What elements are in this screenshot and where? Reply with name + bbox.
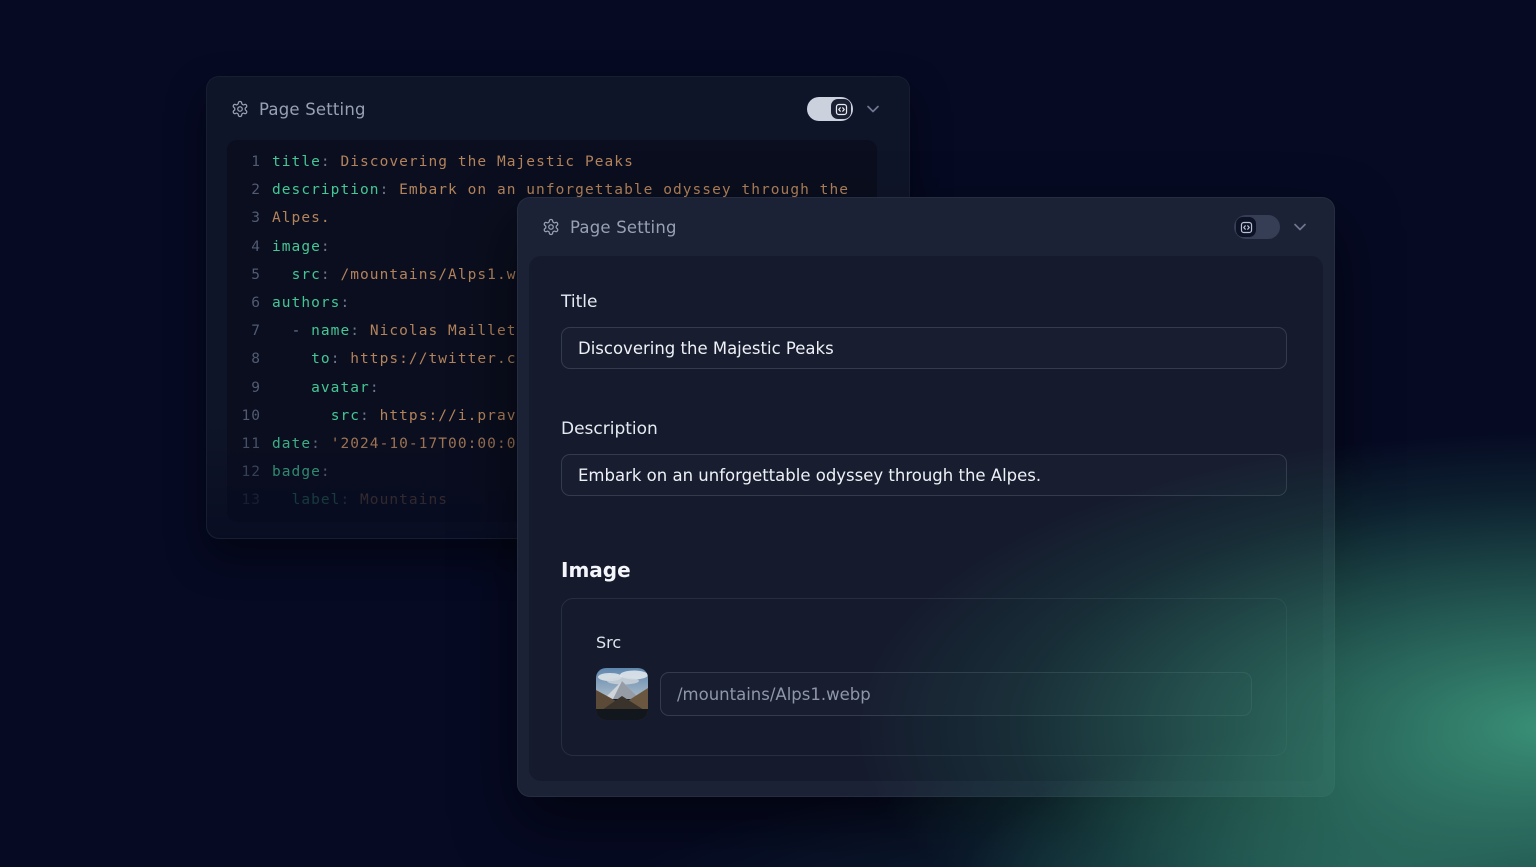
src-label: Src <box>596 633 1252 652</box>
view-mode-toggle[interactable] <box>807 97 853 121</box>
form-panel-header: Page Setting <box>518 198 1334 239</box>
form-panel: Page Setting Title Description Image Src <box>517 197 1335 797</box>
page-background: Page Setting 1title: Discovering the Maj… <box>0 0 1536 867</box>
title-input[interactable] <box>561 327 1287 369</box>
image-heading: Image <box>561 558 1287 582</box>
view-mode-toggle[interactable] <box>1234 215 1280 239</box>
code-square-icon <box>831 99 851 119</box>
code-panel-header: Page Setting <box>207 77 909 121</box>
gear-icon <box>542 218 560 236</box>
code-square-icon <box>1236 217 1256 237</box>
description-label: Description <box>561 419 1287 439</box>
code-line: 1title: Discovering the Majestic Peaks <box>239 148 877 176</box>
src-input[interactable] <box>660 672 1252 716</box>
chevron-down-icon[interactable] <box>863 99 883 119</box>
description-input[interactable] <box>561 454 1287 496</box>
gear-icon <box>231 100 249 118</box>
src-row <box>596 668 1252 720</box>
form-card: Title Description Image Src <box>529 256 1323 781</box>
chevron-down-icon[interactable] <box>1290 217 1310 237</box>
panel-title: Page Setting <box>259 100 366 119</box>
image-fieldset: Src <box>561 598 1287 756</box>
title-label: Title <box>561 292 1287 312</box>
image-thumbnail <box>596 668 648 720</box>
panel-title: Page Setting <box>570 218 677 237</box>
